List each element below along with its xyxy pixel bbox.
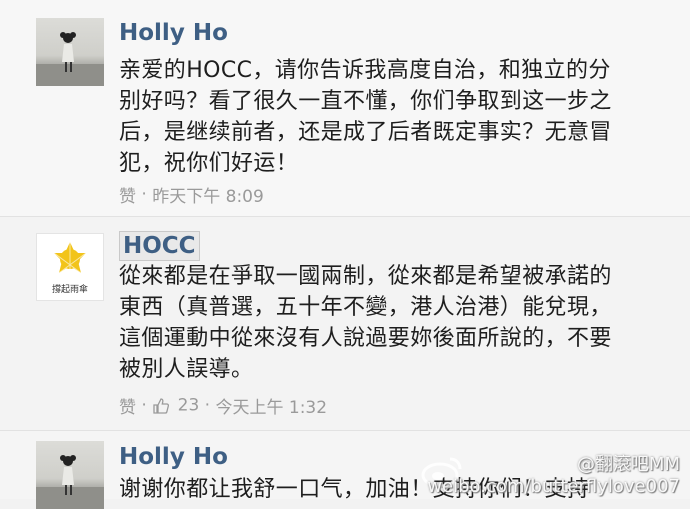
meta-separator: · — [204, 395, 211, 416]
comment-text-line: 谢谢你都让我舒一口气，加油！支持你们！支持 — [119, 477, 590, 502]
comment-text-line: 亲爱的HOCC，请你告诉我高度自治，和独立的分 — [119, 58, 611, 83]
comment-text: 從來都是在爭取一國兩制，從來都是希望被承諾的 東西（真普選，五十年不變，港人治港… — [119, 261, 669, 385]
avatar[interactable]: 撐起雨傘 — [36, 233, 104, 301]
author-name[interactable]: Holly Ho — [119, 20, 228, 46]
comment-item: Holly Ho 亲爱的HOCC，请你告诉我高度自治，和独立的分 别好吗？看了很… — [0, 0, 690, 216]
comment-text-line: 被別人誤導。 — [119, 357, 254, 382]
comment-meta: 赞 · 23 · 今天上午 1:32 — [119, 393, 328, 419]
meta-separator: · — [141, 184, 147, 205]
avatar-caption: 撐起雨傘 — [52, 283, 88, 295]
like-button[interactable]: 赞 — [119, 187, 136, 207]
comment-text-line: 東西（真普選，五十年不變，港人治港）能兌現， — [119, 295, 612, 320]
author-name[interactable]: Holly Ho — [119, 444, 228, 470]
like-button[interactable]: 赞 — [119, 398, 136, 418]
meta-separator: · — [141, 395, 147, 416]
like-count: 23 — [177, 395, 200, 416]
comment-text-line: 别好吗？看了很久一直不懂，你们争取到这一步之 — [119, 89, 612, 114]
comment-text-line: 這個運動中從來沒有人說過要妳後面所說的，不要 — [119, 326, 612, 351]
umbrella-logo-icon: 撐起雨傘 — [52, 242, 88, 295]
comment-item: Holly Ho 谢谢你都让我舒一口气，加油！支持你们！支持 — [0, 430, 690, 509]
thumbs-up-icon[interactable] — [152, 397, 170, 415]
timestamp: 昨天下午 8:09 — [152, 187, 264, 207]
timestamp: 今天上午 1:32 — [215, 398, 328, 418]
author-name[interactable]: HOCC — [119, 231, 200, 261]
comment-text-line: 后，是继续前者，还是成了后者既定事实？无意冒 — [119, 120, 612, 145]
comment-text: 谢谢你都让我舒一口气，加油！支持你们！支持 — [119, 474, 669, 505]
comment-meta: 赞 · 昨天下午 8:09 — [119, 182, 264, 208]
comment-text-line: 犯，祝你们好运！ — [119, 151, 299, 176]
avatar[interactable] — [36, 18, 104, 86]
comment-item: 撐起雨傘 HOCC 從來都是在爭取一國兩制，從來都是希望被承諾的 東西（真普選，… — [0, 216, 690, 430]
comment-text: 亲爱的HOCC，请你告诉我高度自治，和独立的分 别好吗？看了很久一直不懂，你们争… — [119, 55, 669, 179]
comment-text-line: 從來都是在爭取一國兩制，從來都是希望被承諾的 — [119, 264, 612, 289]
